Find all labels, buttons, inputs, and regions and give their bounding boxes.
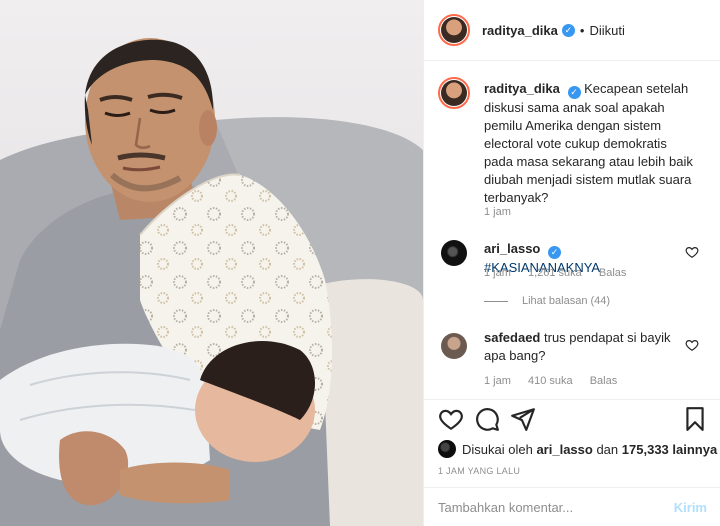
caption: raditya_dika ✓ Kecapean setelah diskusi …: [438, 77, 708, 207]
caption-text-block: raditya_dika ✓ Kecapean setelah diskusi …: [484, 80, 699, 207]
post-side-panel: raditya_dika ✓ • Diikuti raditya_dika ✓ …: [423, 0, 720, 526]
comment-meta: 1 jam 1,261 suka Balas: [484, 267, 640, 279]
comment-like-heart-icon[interactable]: [685, 245, 699, 259]
comment-input[interactable]: [438, 499, 674, 515]
follow-button[interactable]: Diikuti: [589, 23, 624, 38]
add-comment-bar: Kirim: [424, 487, 720, 526]
comment-avatar-image: [441, 240, 467, 266]
verified-badge-icon: ✓: [561, 23, 575, 37]
caption-username[interactable]: raditya_dika: [484, 81, 560, 96]
comment-time[interactable]: 1 jam: [484, 375, 511, 387]
photo-illustration: [0, 0, 423, 526]
comments-list[interactable]: raditya_dika ✓ Kecapean setelah diskusi …: [424, 61, 720, 399]
view-replies-label: Lihat balasan (44): [522, 295, 611, 307]
comment-time[interactable]: 1 jam: [484, 267, 511, 279]
liked-by-conj: dan: [596, 441, 619, 457]
liked-by-prefix: Disukai oleh: [462, 441, 533, 457]
liked-by-suffix[interactable]: lainnya: [672, 442, 717, 457]
comment-likes[interactable]: 1,261 suka: [528, 267, 582, 279]
comment-icon[interactable]: [474, 406, 500, 432]
comment-like-heart-icon[interactable]: [685, 338, 699, 352]
comment-reply-button[interactable]: Balas: [590, 375, 618, 387]
comment-avatar-image: [441, 333, 467, 359]
post-timestamp[interactable]: 1 JAM YANG LALU: [438, 466, 520, 476]
comment-reply-button[interactable]: Balas: [599, 267, 627, 279]
separator-dot: •: [579, 22, 585, 38]
verified-badge-icon: ✓: [567, 85, 581, 99]
comment-username[interactable]: safedaed: [484, 330, 540, 345]
caption-time[interactable]: 1 jam: [484, 206, 511, 218]
liked-by-user[interactable]: ari_lasso: [536, 442, 592, 457]
caption-avatar[interactable]: [438, 77, 470, 109]
heart-icon[interactable]: [438, 406, 464, 432]
instagram-post: raditya_dika ✓ • Diikuti raditya_dika ✓ …: [0, 0, 720, 526]
comment-username[interactable]: ari_lasso: [484, 241, 540, 256]
author-avatar[interactable]: [438, 14, 470, 46]
comment-avatar[interactable]: [438, 237, 470, 269]
bookmark-icon[interactable]: [682, 406, 708, 432]
caption-text: Kecapean setelah diskusi sama anak soal …: [484, 81, 693, 205]
view-replies-button[interactable]: Lihat balasan (44): [484, 295, 610, 307]
caption-avatar-image: [441, 80, 467, 106]
share-icon[interactable]: [510, 406, 536, 432]
comment-avatar[interactable]: [438, 330, 470, 362]
caption-meta: 1 jam: [484, 206, 525, 218]
liked-by: Disukai oleh ari_lasso dan 175,333 lainn…: [438, 440, 717, 458]
post-header: raditya_dika ✓ • Diikuti: [424, 0, 720, 61]
comment-meta: 1 jam 410 suka Balas: [484, 375, 631, 387]
post-comment-button[interactable]: Kirim: [674, 500, 707, 515]
comment-text-block: safedaed trus pendapat si bayik apa bang…: [484, 329, 684, 365]
verified-badge-icon: ✓: [548, 245, 561, 259]
author-avatar-image: [441, 17, 467, 43]
liked-by-count[interactable]: 175,333: [622, 442, 669, 457]
author-username[interactable]: raditya_dika: [482, 23, 558, 38]
replies-divider: [484, 300, 508, 302]
liked-by-avatar[interactable]: [438, 440, 456, 458]
comment-likes[interactable]: 410 suka: [528, 375, 573, 387]
post-actions: Disukai oleh ari_lasso dan 175,333 lainn…: [424, 399, 720, 487]
post-photo[interactable]: [0, 0, 423, 526]
